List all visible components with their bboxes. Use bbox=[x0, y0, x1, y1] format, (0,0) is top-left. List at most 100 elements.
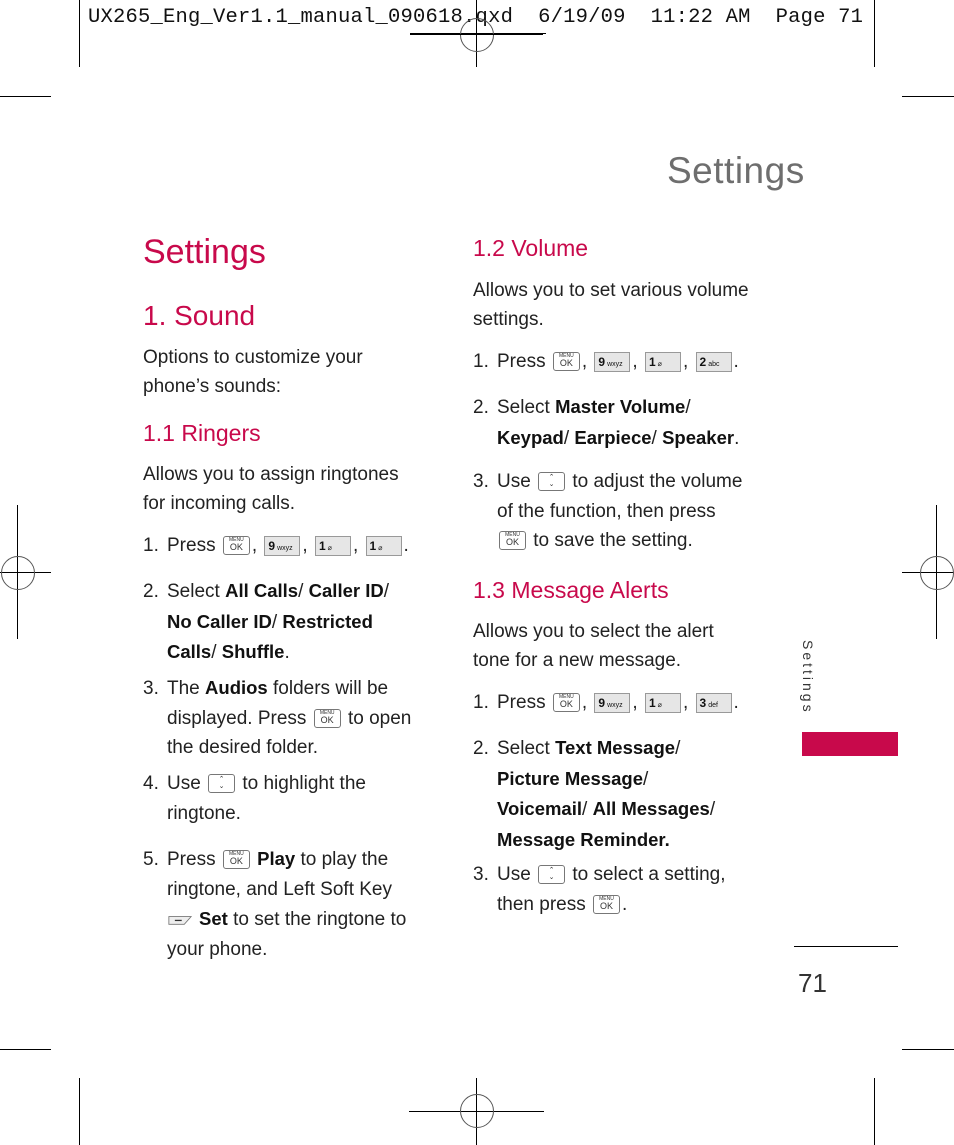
step-line: then press MENU OK. bbox=[473, 890, 773, 920]
nav-key-icon: ⌃ ⌄ bbox=[208, 774, 236, 794]
side-tab-marker bbox=[802, 732, 898, 756]
volume-step-1: 1. Press MENU OK, 9 wxyz, 1 ⌀, 2 abc. bbox=[473, 347, 773, 377]
step-text: The bbox=[167, 678, 206, 699]
slug-file: UX265_Eng_Ver1.1_manual_090618.qxd bbox=[88, 6, 514, 29]
step-number: 2. bbox=[143, 581, 159, 602]
step-line: your phone. bbox=[167, 938, 268, 960]
arrow-up-icon: ⌃ bbox=[548, 474, 555, 482]
desc-line: Allows you to set various volume bbox=[473, 280, 749, 301]
registration-mark bbox=[460, 18, 494, 52]
step-number: 2. bbox=[473, 738, 489, 759]
play-label: Play bbox=[257, 848, 296, 869]
desc-line: Options to customize your bbox=[143, 347, 363, 368]
step-line: Set to set the ringtone to bbox=[143, 904, 443, 935]
separator: / bbox=[651, 427, 663, 449]
step-text: to select a setting, bbox=[567, 864, 726, 885]
menu-ok-key-icon: MENU OK bbox=[552, 693, 580, 713]
punctuation: . bbox=[734, 427, 740, 449]
key-label: 1 bbox=[318, 538, 326, 553]
step-text: Use bbox=[167, 773, 201, 794]
separator: / bbox=[383, 581, 389, 602]
crop-mark bbox=[79, 0, 80, 67]
step-line: the desired folder. bbox=[167, 737, 319, 758]
crop-mark bbox=[0, 96, 51, 97]
key-3-icon: 3 def bbox=[695, 692, 732, 713]
step-number: 1. bbox=[473, 692, 489, 713]
arrow-up-icon: ⌃ bbox=[548, 867, 555, 875]
key-label: 3 bbox=[699, 695, 707, 710]
key-label: 1 bbox=[648, 354, 656, 369]
key-label: 2 bbox=[699, 354, 707, 369]
volume-step-3: 3. Use ⌃ ⌄ to adjust the volume of the fun… bbox=[473, 467, 773, 556]
menu-ok-key-icon: MENU OK bbox=[222, 536, 250, 556]
registration-mark bbox=[1, 556, 35, 590]
option-master-volume: Master Volume bbox=[555, 396, 686, 417]
step-number: 2. bbox=[473, 397, 489, 418]
page-title: Settings bbox=[143, 233, 266, 271]
key-1-icon: 1 ⌀ bbox=[365, 535, 402, 556]
ringers-step-3: 3. The Audios folders will be displayed. … bbox=[143, 673, 443, 763]
key-label: 1 bbox=[369, 538, 377, 553]
step-text: Press bbox=[497, 351, 546, 372]
key-label: OK bbox=[559, 358, 573, 369]
menu-ok-key-icon: MENU OK bbox=[313, 708, 341, 728]
step-line: Message Reminder. bbox=[473, 825, 773, 856]
subsection-title-volume: 1.2 Volume bbox=[473, 235, 589, 261]
option-text-message: Text Message bbox=[555, 737, 676, 758]
menu-ok-key-icon: MENU OK bbox=[499, 531, 526, 551]
menu-ok-key-icon: MENU OK bbox=[552, 352, 580, 372]
running-head: Settings bbox=[667, 150, 805, 191]
set-label: Set bbox=[199, 908, 228, 929]
key-sublabel: def bbox=[708, 701, 718, 709]
step-number: 3. bbox=[473, 471, 489, 492]
desc-line: phone’s sounds: bbox=[143, 376, 282, 397]
voicemail-icon: ⌀ bbox=[657, 701, 662, 709]
option-restricted-calls: Restricted bbox=[282, 610, 373, 632]
step-text: Select bbox=[497, 397, 556, 418]
step-text: Press bbox=[167, 535, 216, 556]
left-soft-key-icon bbox=[168, 916, 193, 925]
step-line: of the function, then press bbox=[497, 500, 716, 522]
key-label: 1 bbox=[648, 695, 656, 710]
separator: / bbox=[675, 738, 681, 759]
step-line: ringtone. bbox=[167, 802, 241, 824]
alerts-step-3: 3. Use ⌃ ⌄ to select a setting, then press… bbox=[473, 860, 773, 919]
step-text: Select bbox=[167, 581, 226, 602]
subsection-title-ringers: 1.1 Ringers bbox=[143, 420, 261, 446]
arrow-up-icon: ⌃ bbox=[218, 776, 225, 784]
key-label: OK bbox=[559, 699, 573, 710]
punctuation: . bbox=[622, 893, 628, 915]
footer-rule bbox=[794, 946, 898, 947]
audios-label: Audios bbox=[205, 677, 268, 698]
option-voicemail: Voicemail bbox=[497, 798, 583, 819]
step-line: Voicemail/ All Messages/ bbox=[473, 794, 773, 825]
step-text: to save the setting. bbox=[528, 530, 693, 551]
key-sublabel: wxyz bbox=[607, 701, 623, 709]
crop-mark bbox=[0, 1049, 51, 1050]
option-all-calls: All Calls bbox=[225, 580, 299, 601]
alerts-step-1: 1. Press MENU OK, 9 wxyz, 1 ⌀, 3 def. bbox=[473, 688, 773, 718]
nav-key-icon: ⌃ ⌄ bbox=[538, 472, 566, 492]
step-text: folders will be bbox=[267, 678, 389, 699]
option-no-caller-id: No Caller ID bbox=[167, 610, 272, 632]
crop-mark bbox=[874, 0, 875, 67]
slug-date: 6/19/09 bbox=[538, 6, 626, 29]
arrow-down-icon: ⌄ bbox=[548, 481, 555, 489]
step-text: to set the ringtone to bbox=[227, 909, 407, 930]
option-speaker: Speaker bbox=[662, 426, 735, 448]
voicemail-icon: ⌀ bbox=[657, 360, 662, 368]
option-restricted-calls: Calls bbox=[167, 641, 212, 662]
subsection-title-message-alerts: 1.3 Message Alerts bbox=[473, 577, 669, 603]
registration-mark bbox=[920, 556, 954, 590]
option-keypad: Keypad bbox=[497, 426, 564, 448]
step-line: displayed. Press MENU OK to open bbox=[143, 704, 443, 734]
step-text: to open bbox=[342, 707, 412, 729]
key-label: OK bbox=[600, 900, 614, 911]
option-picture-message: Picture Message bbox=[497, 767, 644, 789]
menu-ok-key-icon: MENU OK bbox=[593, 894, 621, 914]
separator: / bbox=[709, 799, 716, 820]
voicemail-icon: ⌀ bbox=[378, 544, 383, 552]
crop-mark bbox=[874, 1078, 875, 1145]
key-2-icon: 2 abc bbox=[695, 351, 732, 372]
step-number: 1. bbox=[143, 535, 159, 556]
